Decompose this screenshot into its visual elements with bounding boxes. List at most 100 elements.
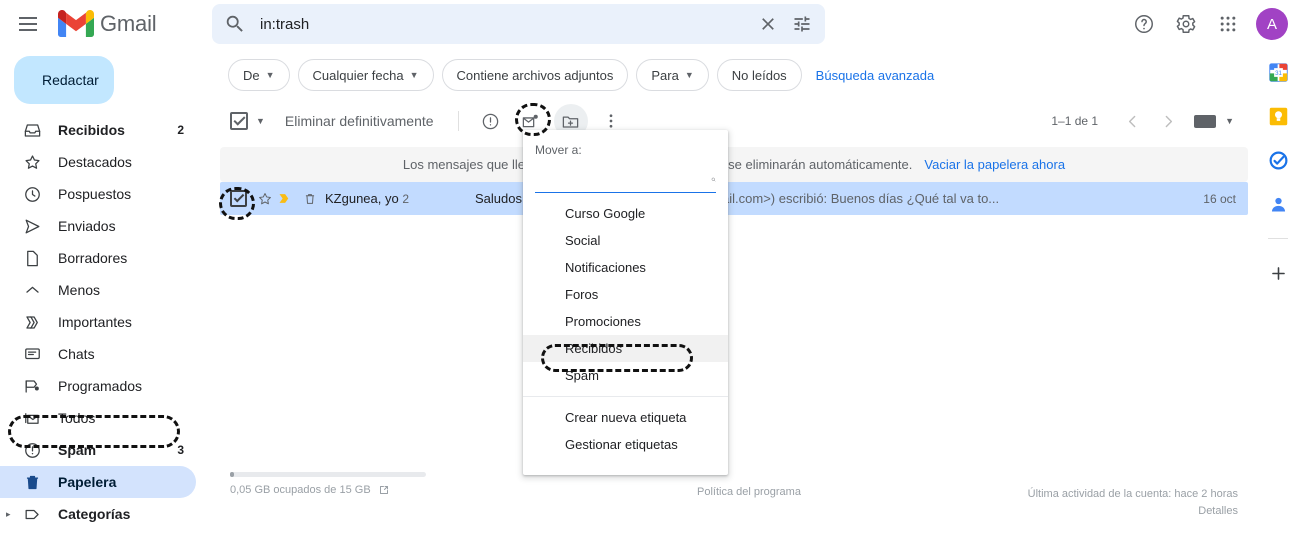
move-to-item-notificaciones[interactable]: Notificaciones bbox=[523, 254, 728, 281]
gmail-logo[interactable]: Gmail bbox=[58, 10, 157, 37]
move-to-label-list: Curso Google Social Notificaciones Foros Pro… bbox=[523, 193, 728, 389]
sidebar-item-papelera[interactable]: Papelera bbox=[0, 466, 196, 498]
google-keep-icon[interactable] bbox=[1266, 104, 1290, 128]
chevron-right-icon[interactable]: ▸ bbox=[6, 509, 11, 520]
star-outline-icon[interactable] bbox=[255, 191, 275, 207]
header-actions: A bbox=[1124, 4, 1294, 44]
move-to-action-crear-nueva-etiqueta[interactable]: Crear nueva etiqueta bbox=[523, 404, 728, 431]
sidebar-item-spam[interactable]: Spam 3 bbox=[0, 434, 196, 466]
search-input[interactable] bbox=[260, 15, 751, 33]
sidebar-item-destacados[interactable]: Destacados bbox=[0, 146, 196, 178]
google-contacts-icon[interactable] bbox=[1266, 192, 1290, 216]
clear-search-button[interactable] bbox=[751, 7, 785, 41]
row-date: 16 oct bbox=[1203, 191, 1236, 206]
sidebar-item-pospuestos[interactable]: Pospuestos bbox=[0, 178, 196, 210]
settings-button[interactable] bbox=[1166, 4, 1206, 44]
move-to-item-recibidos[interactable]: Recibidos bbox=[523, 335, 728, 362]
sidebar-item-count: 3 bbox=[177, 443, 184, 457]
filter-chip-cualquier-fecha[interactable]: Cualquier fecha ▼ bbox=[297, 59, 434, 91]
empty-trash-link[interactable]: Vaciar la papelera ahora bbox=[924, 157, 1065, 172]
move-to-item-curso-google[interactable]: Curso Google bbox=[523, 200, 728, 227]
send-icon bbox=[22, 216, 42, 236]
gmail-wordmark: Gmail bbox=[100, 10, 157, 36]
sidebar-item-categor-as[interactable]: ▸ Categorías bbox=[0, 498, 196, 530]
footer: 0,05 GB ocupados de 15 GB Política del p… bbox=[212, 471, 1256, 521]
help-button[interactable] bbox=[1124, 4, 1164, 44]
sidebar-item-importantes[interactable]: Importantes bbox=[0, 306, 196, 338]
keyboard-dropdown-icon[interactable]: ▼ bbox=[1225, 116, 1234, 126]
sidebar-item-programados[interactable]: Programados bbox=[0, 370, 196, 402]
move-to-search-input[interactable] bbox=[535, 172, 711, 187]
delete-forever-button[interactable]: Eliminar definitivamente bbox=[285, 113, 434, 129]
pagination-range: 1–1 de 1 bbox=[1051, 114, 1099, 128]
compose-button[interactable]: Redactar bbox=[14, 56, 114, 104]
move-to-item-social[interactable]: Social bbox=[523, 227, 728, 254]
tune-icon bbox=[794, 16, 810, 32]
move-to-item-spam[interactable]: Spam bbox=[523, 362, 728, 389]
previous-page-button[interactable] bbox=[1116, 105, 1148, 137]
draft-icon bbox=[22, 248, 42, 268]
search-options-button[interactable] bbox=[785, 7, 819, 41]
sidebar-item-label: Pospuestos bbox=[58, 186, 132, 202]
sidebar-item-count: 2 bbox=[177, 123, 184, 137]
move-to-action-gestionar-etiquetas[interactable]: Gestionar etiquetas bbox=[523, 431, 728, 458]
keyboard-icon[interactable] bbox=[1194, 114, 1217, 128]
sidebar-item-label: Destacados bbox=[58, 154, 132, 170]
apps-grid-icon bbox=[1220, 16, 1236, 32]
move-to-search[interactable] bbox=[535, 167, 716, 193]
filter-chip-contiene-archivos-adjuntos[interactable]: Contiene archivos adjuntos bbox=[441, 59, 629, 91]
move-to-item-foros[interactable]: Foros bbox=[523, 281, 728, 308]
select-all-dropdown-icon[interactable]: ▼ bbox=[256, 116, 265, 126]
sidebar-item-enviados[interactable]: Enviados bbox=[0, 210, 196, 242]
scheduled-icon bbox=[22, 376, 42, 396]
chevron-left-icon bbox=[1128, 115, 1135, 127]
chat-icon bbox=[22, 344, 42, 364]
more-vertical-icon bbox=[609, 114, 612, 128]
sidebar-item-label: Recibidos bbox=[58, 122, 125, 138]
row-checkbox[interactable] bbox=[230, 190, 247, 207]
storage-info: 0,05 GB ocupados de 15 GB bbox=[230, 471, 560, 496]
main-content: De ▼ Cualquier fecha ▼ Contiene archivos adj… bbox=[212, 47, 1256, 535]
next-page-button[interactable] bbox=[1152, 105, 1184, 137]
filter-chip-de[interactable]: De ▼ bbox=[228, 59, 290, 91]
move-to-actions: Crear nueva etiqueta Gestionar etiquetas bbox=[523, 404, 728, 458]
avatar[interactable]: A bbox=[1256, 8, 1288, 40]
move-to-item-promociones[interactable]: Promociones bbox=[523, 308, 728, 335]
sidebar-item-menos[interactable]: Menos bbox=[0, 274, 196, 306]
add-panel-plus-icon[interactable] bbox=[1266, 261, 1290, 285]
sidebar-item-label: Papelera bbox=[58, 474, 117, 490]
chip-label: No leídos bbox=[731, 67, 787, 83]
search-bar[interactable] bbox=[212, 4, 825, 44]
google-apps-button[interactable] bbox=[1208, 4, 1248, 44]
filter-chip-no-le-dos[interactable]: No leídos bbox=[716, 59, 802, 91]
sidebar-item-recibidos[interactable]: Recibidos 2 bbox=[0, 114, 196, 146]
sidebar-item-gestionar-etiquetas[interactable]: Gestionar etiquetas bbox=[0, 530, 196, 535]
hamburger-icon[interactable] bbox=[8, 4, 48, 44]
chip-label: De bbox=[243, 67, 260, 83]
chevron-right-icon bbox=[1165, 115, 1172, 127]
sidebar-item-todos[interactable]: Todos bbox=[0, 402, 196, 434]
sidebar-item-borradores[interactable]: Borradores bbox=[0, 242, 196, 274]
filter-chip-para[interactable]: Para ▼ bbox=[636, 59, 709, 91]
program-policy-link[interactable]: Política del programa bbox=[560, 472, 938, 498]
sidebar-item-label: Borradores bbox=[58, 250, 128, 266]
trash-notice-banner: Los mensajes que llevan más de 30 días e… bbox=[220, 147, 1248, 182]
important-marker-icon[interactable] bbox=[275, 191, 293, 206]
report-spam-button[interactable] bbox=[474, 104, 508, 138]
google-tasks-icon[interactable] bbox=[1266, 148, 1290, 172]
open-in-new-icon[interactable] bbox=[378, 484, 390, 496]
row-subject: Saludos bbox=[475, 191, 522, 206]
select-all-checkbox[interactable] bbox=[230, 112, 248, 130]
sidebar-item-chats[interactable]: Chats bbox=[0, 338, 196, 370]
menu-divider bbox=[523, 396, 728, 397]
table-row[interactable]: KZgunea, yo 2 Saludos - 48, KZgunea @gma… bbox=[220, 182, 1248, 215]
advanced-search-link[interactable]: Búsqueda avanzada bbox=[816, 68, 935, 83]
google-calendar-icon[interactable]: 31 bbox=[1266, 60, 1290, 84]
details-link[interactable]: Detalles bbox=[1198, 505, 1238, 517]
sidebar-item-label: Spam bbox=[58, 442, 97, 458]
rail-divider bbox=[1268, 238, 1288, 239]
row-sender: KZgunea, yo 2 bbox=[325, 191, 475, 206]
mark-unread-icon bbox=[522, 114, 538, 127]
report-spam-icon bbox=[482, 113, 499, 129]
thread-count: 2 bbox=[402, 192, 410, 206]
